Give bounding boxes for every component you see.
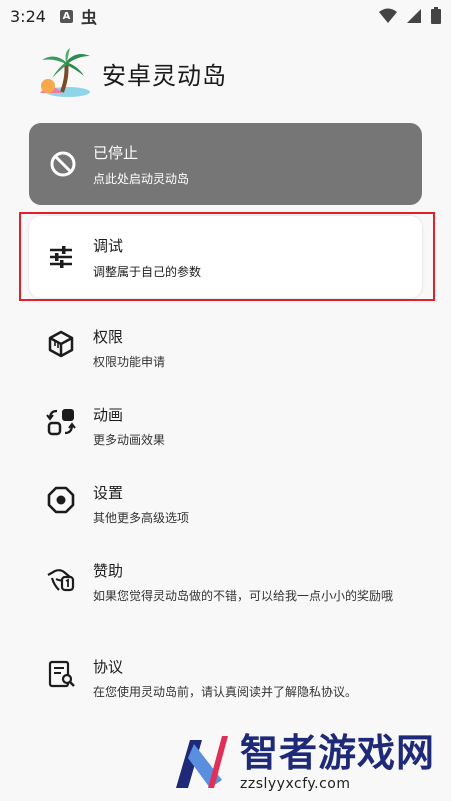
menu-title: 动画 [93, 406, 124, 424]
menu-subtitle: 其他更多高级选项 [93, 511, 190, 525]
debug-title: 调试 [93, 236, 124, 255]
notification-icons: A 虫 [59, 4, 97, 28]
watermark: 智者游戏网 zzslyyxcfy.com [170, 730, 435, 794]
start-island-card[interactable]: 已停止 点此处启动灵动岛 [29, 123, 422, 205]
signal-icon [407, 8, 421, 23]
menu-title: 权限 [93, 328, 124, 346]
stop-icon [50, 151, 76, 177]
menu-item-permissions[interactable]: 权限 权限功能申请 [46, 326, 423, 372]
palm-island-logo-icon [40, 48, 90, 97]
status-subtitle: 点此处启动灵动岛 [93, 171, 190, 186]
debug-subtitle: 调整属于自己的参数 [93, 264, 202, 279]
donate-icon [47, 569, 75, 592]
menu-title: 协议 [93, 658, 124, 676]
wifi-icon [379, 8, 397, 23]
agreement-icon [48, 660, 75, 688]
debug-card[interactable]: 调试 调整属于自己的参数 [29, 216, 422, 298]
status-time: 3:24 [10, 6, 46, 26]
menu-item-donate[interactable]: 赞助 如果您觉得灵动岛做的不错，可以给我一点小小的奖励哦 [46, 560, 423, 606]
menu-title: 设置 [93, 484, 124, 502]
menu-subtitle: 如果您觉得灵动岛做的不错，可以给我一点小小的奖励哦 [93, 589, 394, 603]
settings-icon [47, 486, 75, 514]
battery-icon [431, 7, 441, 24]
menu-title: 赞助 [93, 562, 124, 580]
animation-icon [46, 409, 76, 436]
menu-item-settings[interactable]: 设置 其他更多高级选项 [46, 482, 423, 528]
app-header: 安卓灵动岛 [36, 48, 227, 98]
cube-icon [48, 330, 74, 358]
app-title: 安卓灵动岛 [102, 61, 227, 90]
watermark-logo-icon [176, 736, 228, 788]
menu-subtitle: 权限功能申请 [93, 355, 166, 369]
status-title: 已停止 [93, 143, 139, 162]
status-bar: 3:24 A 虫 [0, 0, 451, 32]
notification-a-icon: A [59, 9, 73, 23]
notification-bug-icon: 虫 [80, 8, 97, 27]
tune-sliders-icon [50, 246, 72, 268]
watermark-title: 智者游戏网 [240, 731, 436, 775]
menu-subtitle: 在您使用灵动岛前，请认真阅读并了解隐私协议。 [93, 685, 358, 699]
menu-item-animation[interactable]: 动画 更多动画效果 [46, 404, 423, 450]
menu-item-agreement[interactable]: 协议 在您使用灵动岛前，请认真阅读并了解隐私协议。 [46, 656, 423, 702]
watermark-url: zzslyyxcfy.com [240, 776, 351, 792]
menu-subtitle: 更多动画效果 [93, 433, 166, 447]
